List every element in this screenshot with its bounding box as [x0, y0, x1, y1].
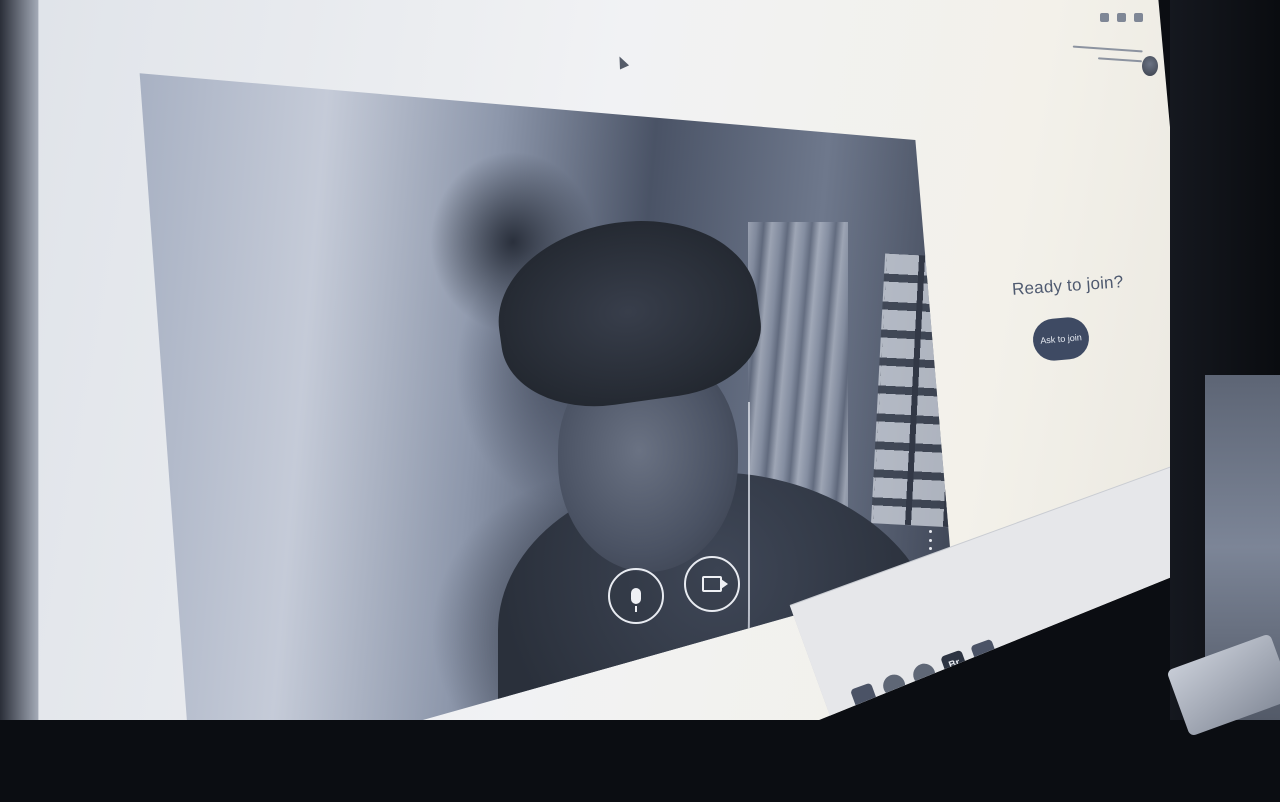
- microphone-icon: [631, 588, 641, 612]
- desktop-label[interactable]: Desktop: [1062, 620, 1093, 638]
- avatar[interactable]: [1142, 56, 1158, 76]
- extension-icon[interactable]: [1100, 12, 1109, 22]
- account-info: [1067, 41, 1149, 77]
- network-icon[interactable]: [1095, 616, 1105, 626]
- volume-icon[interactable]: [1107, 612, 1117, 622]
- account-email-line: [1072, 45, 1143, 53]
- background-window-bars: [873, 253, 952, 531]
- menu-icon[interactable]: [1134, 12, 1143, 22]
- ready-to-join-heading: Ready to join?: [1011, 272, 1124, 299]
- person-hair: [486, 204, 770, 420]
- more-vert-icon: [928, 530, 932, 533]
- battery-icon[interactable]: [1119, 607, 1129, 617]
- video-camera-icon: [702, 576, 722, 592]
- profile-icon[interactable]: [1117, 12, 1126, 22]
- account-switch-line[interactable]: [1097, 57, 1142, 63]
- meeting-screen: Ready to join? Ask to join Br Desktop: [38, 0, 1210, 720]
- mouse-cursor-icon: [614, 54, 630, 70]
- camera-toggle-button[interactable]: [684, 556, 740, 612]
- browser-toolbar: [1100, 8, 1160, 26]
- microphone-toggle-button[interactable]: [608, 568, 664, 624]
- more-options-button[interactable]: [924, 530, 936, 550]
- monitor-left-edge: [0, 0, 40, 720]
- ask-to-join-button[interactable]: Ask to join: [1031, 315, 1091, 363]
